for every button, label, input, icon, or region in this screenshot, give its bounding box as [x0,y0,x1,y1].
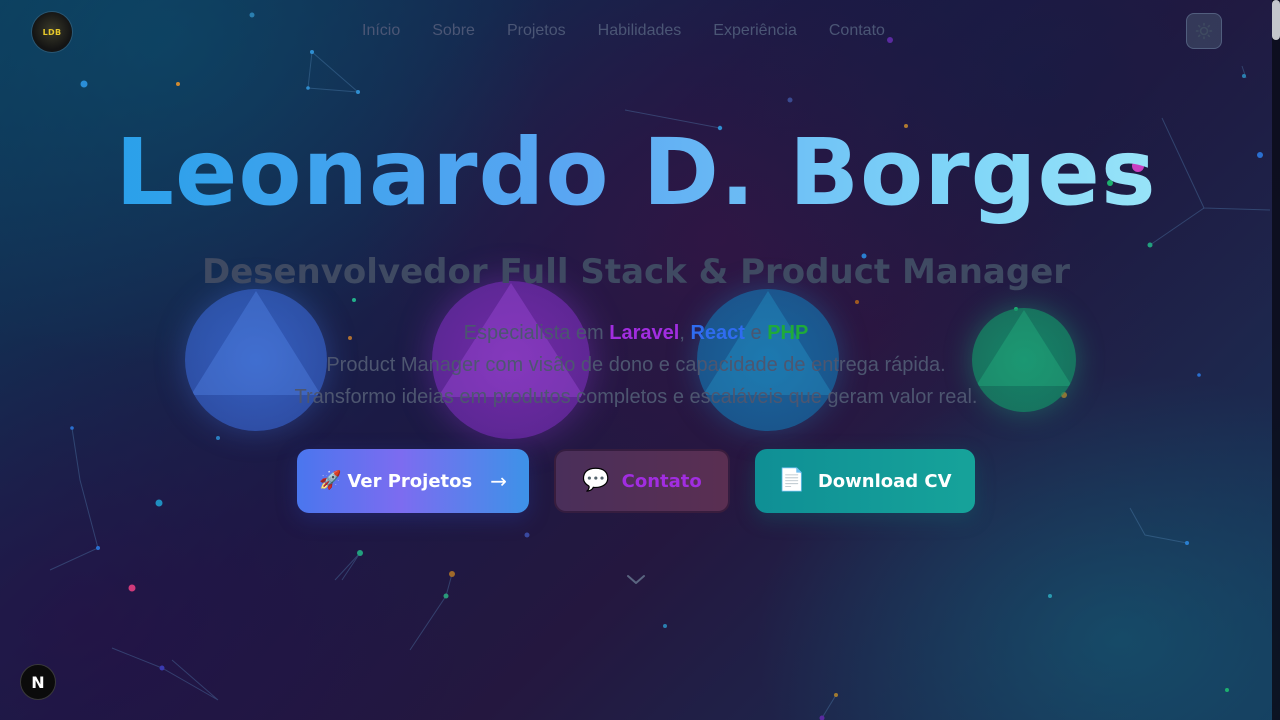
nav-link-inicio[interactable]: Início [362,21,400,41]
page-scrollbar-track[interactable] [1272,0,1280,720]
nav-link-contato[interactable]: Contato [829,21,885,41]
tagline-sep2: e [744,322,768,344]
view-projects-button[interactable]: 🚀 Ver Projetos → [297,449,529,513]
chat-bubble-icon: 💬 [582,468,610,493]
nextjs-badge-letter: N [31,672,45,692]
nav-link-habilidades[interactable]: Habilidades [598,21,682,41]
sun-icon [1195,22,1213,40]
hero-description-line1: Product Manager com visão de dono e capa… [326,354,946,376]
arrow-right-icon: → [490,469,507,493]
main-nav: Início Sobre Projetos Habilidades Experi… [362,21,917,41]
hero-description-line2: Transformo ideias em produtos completos … [294,386,978,408]
nav-link-sobre[interactable]: Sobre [432,21,475,41]
tech-react: React [690,322,745,344]
tagline-sep1: , [679,322,691,344]
hero-title: Leonardo D. Borges [0,118,1272,228]
contact-button[interactable]: 💬 Contato [554,449,730,513]
tagline-prefix: Especialista em [463,322,610,344]
nav-link-projetos[interactable]: Projetos [507,21,566,41]
tech-laravel: Laravel [609,322,680,344]
rocket-icon: 🚀 [319,470,342,491]
nav-link-experiencia[interactable]: Experiência [713,21,797,41]
download-cv-button[interactable]: 📄 Download CV [755,449,975,513]
download-cv-label: Download CV [817,470,952,492]
page-scrollbar-thumb[interactable] [1272,0,1280,40]
tech-php: PHP [767,322,809,344]
document-icon: 📄 [778,468,806,493]
hero-tagline: Especialista em Laravel, React e PHP [0,320,1272,346]
site-logo[interactable]: LDB [32,12,72,52]
nextjs-icon[interactable]: N [20,664,56,700]
view-projects-label: Ver Projetos [347,470,473,492]
contact-label: Contato [621,470,702,492]
theme-toggle-button[interactable] [1186,13,1222,49]
hero-subtitle: Desenvolvedor Full Stack & Product Manag… [201,252,1071,292]
page: LDB Início Sobre Projetos Habilidades Ex… [0,0,1280,720]
logo-text: LDB [42,27,62,37]
chevron-down-icon[interactable] [624,568,648,592]
